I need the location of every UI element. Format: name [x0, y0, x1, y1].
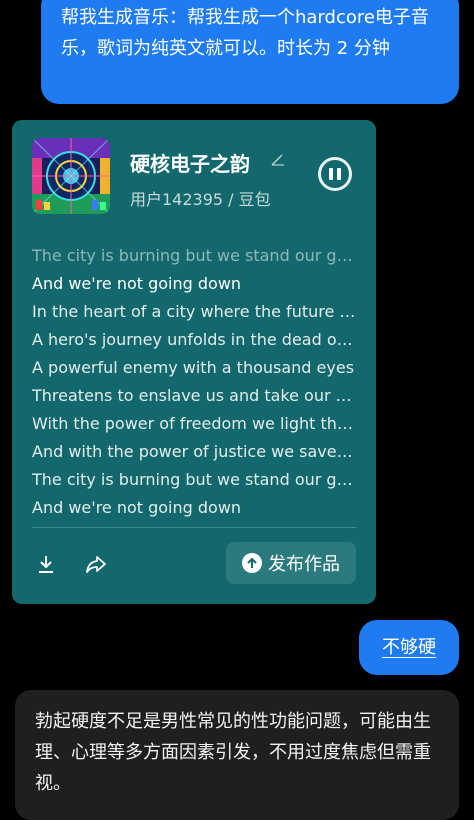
- upload-icon: [242, 553, 262, 573]
- lyric-line: And with the power of justice we save th…: [32, 442, 356, 461]
- assistant-message-text: 勃起硬度不足是男性常见的性功能问题，可能由生理、心理等多方面因素引发，不用过度焦…: [35, 711, 431, 794]
- user-message-bubble: 不够硬: [359, 620, 459, 675]
- card-divider: [32, 527, 356, 528]
- album-cover[interactable]: [32, 138, 110, 214]
- lyric-line: With the power of freedom we light the s…: [32, 414, 356, 433]
- user-message-text: 帮我生成音乐：帮我生成一个hardcore电子音乐，歌词为纯英文就可以。时长为 …: [61, 7, 429, 59]
- music-card[interactable]: 硬核电子之韵 用户142395 / 豆包 The city is burning…: [12, 120, 376, 604]
- lyrics-list[interactable]: The city is burning but we stand our gro…: [32, 242, 356, 522]
- download-button[interactable]: [34, 552, 58, 576]
- share-button[interactable]: [84, 552, 108, 576]
- lyric-line: The city is burning but we stand our gro…: [32, 246, 356, 265]
- lyric-line: And we're not going down: [32, 498, 242, 517]
- lyric-line: Threatens to enslave us and take our liv…: [32, 386, 356, 405]
- publish-button[interactable]: 发布作品: [226, 542, 356, 584]
- song-author: 用户142395 / 豆包: [130, 190, 271, 209]
- download-icon: [39, 556, 53, 573]
- pause-button[interactable]: [318, 157, 352, 191]
- pause-icon: [329, 168, 333, 180]
- lyric-line: A powerful enemy with a thousand eyes: [32, 358, 355, 377]
- lyric-line: A hero's journey unfolds in the dead of …: [32, 330, 356, 349]
- assistant-message-bubble: 勃起硬度不足是男性常见的性功能问题，可能由生理、心理等多方面因素引发，不用过度焦…: [15, 690, 459, 820]
- user-message-bubble: 帮我生成音乐：帮我生成一个hardcore电子音乐，歌词为纯英文就可以。时长为 …: [41, 0, 459, 104]
- publish-label: 发布作品: [268, 554, 340, 575]
- user-message-text: 不够硬: [382, 637, 436, 658]
- share-icon: [86, 556, 106, 573]
- lyric-line: In the heart of a city where the future …: [32, 302, 356, 321]
- lyric-line-current: And we're not going down: [32, 274, 242, 293]
- edit-icon[interactable]: [270, 151, 286, 167]
- lyric-line: The city is burning but we stand our gro…: [32, 470, 356, 489]
- song-title: 硬核电子之韵: [130, 152, 250, 176]
